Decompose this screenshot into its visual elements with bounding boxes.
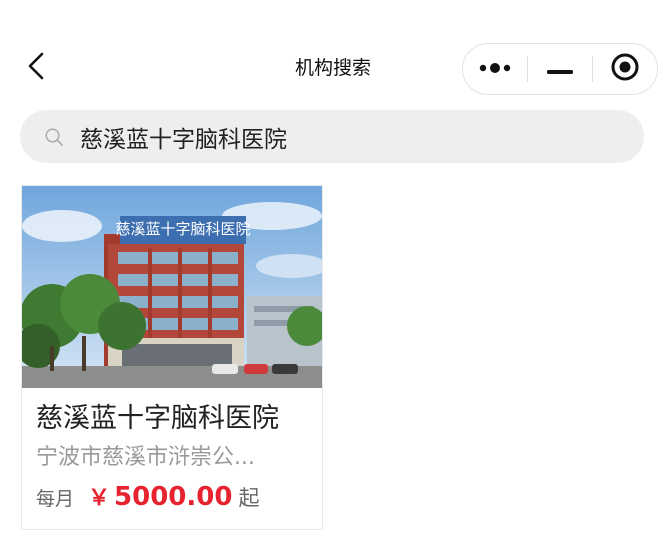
price-prefix: 每月 xyxy=(36,488,75,510)
price-row: 每月 ￥ 5000.00 起 xyxy=(36,480,259,516)
search-bar[interactable] xyxy=(20,110,644,163)
institution-name: 慈溪蓝十字脑科医院 xyxy=(36,403,279,434)
institution-photo: 慈溪蓝十字脑科医院 xyxy=(22,186,322,388)
minimize-button[interactable] xyxy=(528,44,592,94)
price-value: 5000.00 xyxy=(114,482,233,512)
search-icon xyxy=(44,126,66,148)
navigation-bar: 机构搜索 xyxy=(0,0,666,108)
chevron-left-icon xyxy=(27,51,45,85)
close-button[interactable] xyxy=(593,44,657,94)
institution-card[interactable]: 慈溪蓝十字脑科医院 慈溪蓝十字脑科医院 宁波市慈溪市浒崇公... 每月 ￥ 50… xyxy=(21,185,323,530)
price-suffix: 起 xyxy=(238,486,260,510)
price-currency: ￥ xyxy=(88,486,111,511)
more-dots-icon xyxy=(477,60,513,79)
mini-program-capsule xyxy=(462,43,658,95)
back-button[interactable] xyxy=(18,48,54,88)
search-input[interactable] xyxy=(80,123,600,150)
target-close-icon xyxy=(610,52,640,86)
institution-address: 宁波市慈溪市浒崇公... xyxy=(36,445,255,470)
more-button[interactable] xyxy=(463,44,527,94)
minimize-icon xyxy=(547,60,573,79)
institution-search-page: 机构搜索 慈溪蓝十字脑科医院 慈溪蓝十字脑科医院 慈溪蓝十字脑科医院 宁波市慈溪… xyxy=(0,0,666,537)
building-sign-text: 慈溪蓝十字脑科医院 xyxy=(115,220,250,238)
